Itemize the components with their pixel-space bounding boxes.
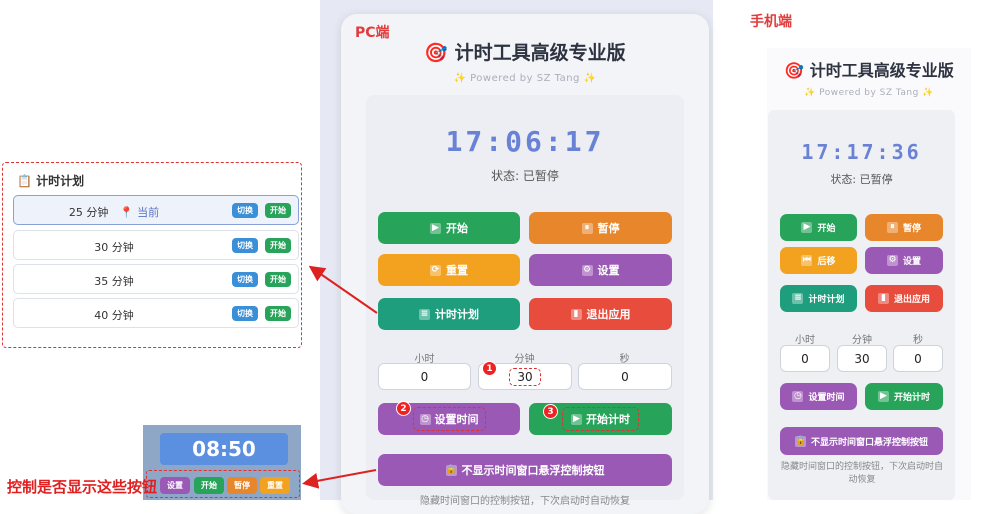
mobile-powered-by: ✨ Powered by SZ Tang ✨ (804, 88, 934, 98)
mobile-exit-button[interactable]: ▮ 退出应用 (865, 285, 943, 312)
mobile-minute-input[interactable]: 30 (837, 345, 887, 372)
mobile-settings-button[interactable]: ⚙ 设置 (865, 247, 943, 274)
mobile-status: 状态: 已暂停 (830, 173, 893, 186)
play-icon: ▶ (801, 222, 813, 233)
skip-back-icon: ⏮ (801, 255, 813, 266)
door-icon: ▮ (877, 293, 889, 304)
clipboard-icon: ≡ (792, 293, 804, 304)
mobile-title: 🎯 计时工具高级专业版 (784, 61, 954, 80)
mobile-clock: 17:17:36 (801, 140, 922, 164)
mobile-pause-button[interactable]: ⏸ 暂停 (865, 214, 943, 241)
lock-icon: 🔒 (794, 435, 807, 447)
mobile-second-label: 秒 (913, 335, 923, 346)
mobile-plan-button[interactable]: ≡ 计时计划 (780, 285, 857, 312)
mobile-back-button[interactable]: ⏮ 后移 (780, 247, 857, 274)
gear-icon: ⚙ (886, 255, 898, 266)
timer-icon: ◷ (792, 391, 804, 402)
mobile-second-input[interactable]: 0 (893, 345, 943, 372)
mobile-minute-label: 分钟 (852, 335, 872, 346)
mobile-note: 隐藏时间窗口的控制按钮，下次启动时自动恢复 (780, 462, 943, 485)
mobile-label: 手机端 (750, 14, 792, 30)
arrow-to-floating (302, 469, 377, 489)
mobile-hour-input[interactable]: 0 (780, 345, 830, 372)
target-icon: 🎯 (784, 61, 805, 80)
mobile-start-button[interactable]: ▶ 开始 (780, 214, 857, 241)
mobile-set-time-button[interactable]: ◷ 设置时间 (780, 383, 857, 410)
arrow-to-plan (308, 265, 378, 314)
mobile-hour-label: 小时 (795, 335, 815, 346)
mobile-hide-float-button[interactable]: 🔒 不显示时间窗口悬浮控制按钮 (780, 427, 943, 455)
mobile-start-timer-button[interactable]: ▶ 开始计时 (865, 383, 943, 410)
pause-icon: ⏸ (886, 222, 898, 233)
play-icon: ▶ (877, 391, 889, 402)
